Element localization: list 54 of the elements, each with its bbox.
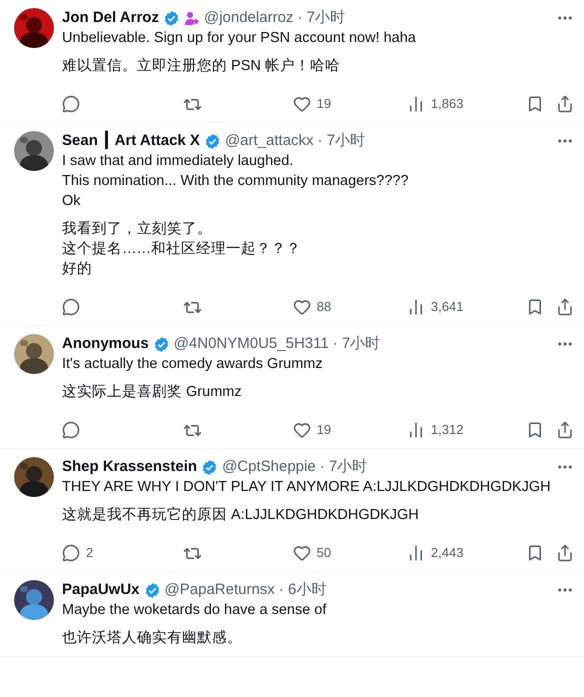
share-button[interactable] bbox=[556, 544, 574, 562]
share-button[interactable] bbox=[556, 421, 574, 439]
share-icon bbox=[556, 95, 574, 113]
views-button[interactable]: 2,443 bbox=[406, 543, 526, 563]
tweet-text: I saw that and immediately laughed. bbox=[62, 152, 294, 171]
views-button[interactable]: 3,641 bbox=[406, 297, 526, 317]
tweet-text: 好的 bbox=[62, 260, 93, 279]
tweet-text: 这个提名……和社区经理一起？？？ bbox=[62, 240, 302, 259]
share-icon bbox=[556, 544, 574, 562]
like-button[interactable]: 50 bbox=[292, 543, 407, 563]
like-button[interactable]: 19 bbox=[292, 94, 407, 114]
share-icon bbox=[556, 421, 574, 439]
post-time: · 7小时 bbox=[320, 457, 368, 477]
tweet-text: 这实际上是喜剧奖 Grummz bbox=[62, 382, 243, 402]
post-time: · 7小时 bbox=[332, 334, 380, 354]
tweet-text: 也许沃塔人确实有幽默感。 bbox=[62, 628, 243, 648]
author-name[interactable]: Anonymous bbox=[62, 334, 149, 354]
post-time: · 6小时 bbox=[278, 580, 326, 600]
author-handle[interactable]: @jondelarroz bbox=[204, 8, 294, 28]
share-icon bbox=[556, 298, 574, 316]
like-icon bbox=[292, 421, 311, 439]
share-button[interactable] bbox=[556, 298, 574, 316]
author-handle[interactable]: @CptSheppie bbox=[222, 457, 316, 477]
author-name[interactable]: PapaUwUx bbox=[62, 580, 140, 600]
author-handle[interactable]: @PapaReturnsx bbox=[164, 580, 275, 600]
author-handle[interactable]: @art_attackx bbox=[224, 131, 314, 151]
tweet-text: 难以置信。立即注册您的 PSN 帐户！哈哈 bbox=[62, 56, 341, 76]
like-icon bbox=[292, 298, 311, 316]
tweet-text: 我看到了，立刻笑了。 bbox=[62, 220, 213, 239]
reply-button[interactable]: 2 bbox=[62, 543, 184, 563]
reply-icon bbox=[62, 421, 80, 439]
tweet-text: Maybe the woketards do have a sense of bbox=[62, 601, 328, 620]
tweet-text: It's actually the comedy awards Grummz bbox=[62, 355, 324, 374]
like-icon bbox=[292, 95, 311, 113]
tweet-text: This nomination... With the community managers???? bbox=[62, 172, 410, 191]
author-name[interactable]: Shep Krassenstein bbox=[62, 457, 198, 477]
share-button[interactable] bbox=[556, 95, 574, 113]
post-time: · 7小时 bbox=[318, 131, 366, 151]
author-name[interactable]: Sean ┃ Art Attack X bbox=[62, 131, 200, 151]
author-handle[interactable]: @4N0NYM0U5_5H311 bbox=[174, 334, 329, 354]
like-button[interactable]: 88 bbox=[292, 297, 407, 317]
reply-icon bbox=[62, 95, 80, 113]
author-name[interactable]: Jon Del Arroz bbox=[62, 8, 159, 28]
reply-icon bbox=[62, 544, 80, 562]
views-button[interactable]: 1,312 bbox=[406, 420, 526, 440]
tweet-text: Unbelievable. Sign up for your PSN account now! haha bbox=[62, 29, 417, 48]
views-button[interactable]: 1,863 bbox=[406, 94, 526, 114]
tweet-text: 这就是我不再玩它的原因 A:LJJLKDGHDKDHGDKJGH bbox=[62, 506, 420, 525]
like-icon bbox=[292, 544, 311, 562]
reply-icon bbox=[62, 298, 80, 316]
tweet-text: Ok bbox=[62, 192, 82, 211]
like-button[interactable]: 19 bbox=[292, 420, 407, 440]
post-time: · 7小时 bbox=[297, 8, 345, 28]
tweet-text: THEY ARE WHY I DON'T PLAY IT ANYMORE A:LJJLKDGHDKDHGDKJGH bbox=[62, 478, 552, 497]
